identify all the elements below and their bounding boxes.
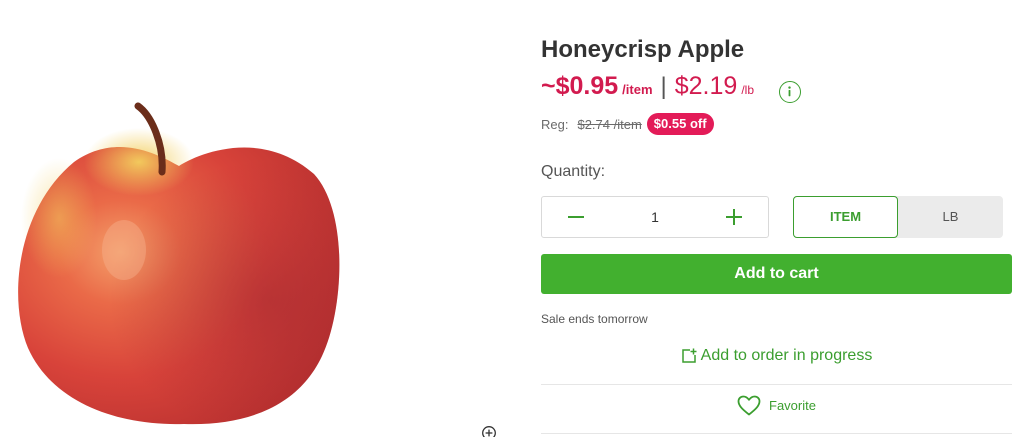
decrement-button[interactable] xyxy=(554,197,598,237)
regular-price-row: Reg: $2.74 /item $0.55 off xyxy=(541,112,714,136)
sale-price-unit: /item xyxy=(622,82,653,97)
price-separator: | xyxy=(660,73,667,100)
discount-badge: $0.55 off xyxy=(646,113,714,135)
product-title: Honeycrisp Apple xyxy=(541,36,745,63)
plus-icon xyxy=(726,209,742,225)
product-image-pane xyxy=(0,0,510,437)
increment-button[interactable] xyxy=(712,197,756,237)
unit-option-item[interactable]: ITEM xyxy=(793,196,898,238)
regular-price: $2.74 /item xyxy=(577,116,642,132)
quantity-label: Quantity: xyxy=(541,163,606,180)
price-per-lb: $2.19 xyxy=(674,72,738,100)
add-to-order-label: Add to order in progress xyxy=(700,347,873,364)
unit-toggle: ITEM LB xyxy=(793,196,1003,238)
divider xyxy=(541,433,1012,434)
quantity-stepper: 1 xyxy=(541,196,769,238)
price-row: ~$0.95 /item | $2.19 /lb xyxy=(541,72,754,106)
add-to-cart-button[interactable]: Add to cart xyxy=(541,254,1012,294)
price-per-lb-unit: /lb xyxy=(741,83,754,97)
product-info-panel: Honeycrisp Apple ~$0.95 /item | $2.19 /l… xyxy=(541,0,1012,437)
add-to-order-icon xyxy=(681,348,697,363)
regular-price-label: Reg: xyxy=(541,116,569,132)
favorite-label: Favorite xyxy=(769,397,816,413)
heart-icon xyxy=(737,395,761,415)
divider xyxy=(541,384,1012,385)
minus-icon xyxy=(568,216,584,218)
sale-price: ~$0.95 xyxy=(541,72,619,100)
unit-option-lb[interactable]: LB xyxy=(898,196,1003,238)
sale-ends-note: Sale ends tomorrow xyxy=(541,312,648,326)
favorite-button[interactable]: Favorite xyxy=(541,393,1012,417)
product-image[interactable] xyxy=(14,100,344,426)
add-to-order-link[interactable]: Add to order in progress xyxy=(541,344,1012,368)
quantity-value[interactable]: 1 xyxy=(602,197,708,237)
zoom-icon[interactable] xyxy=(481,425,497,437)
info-icon[interactable] xyxy=(779,81,801,103)
